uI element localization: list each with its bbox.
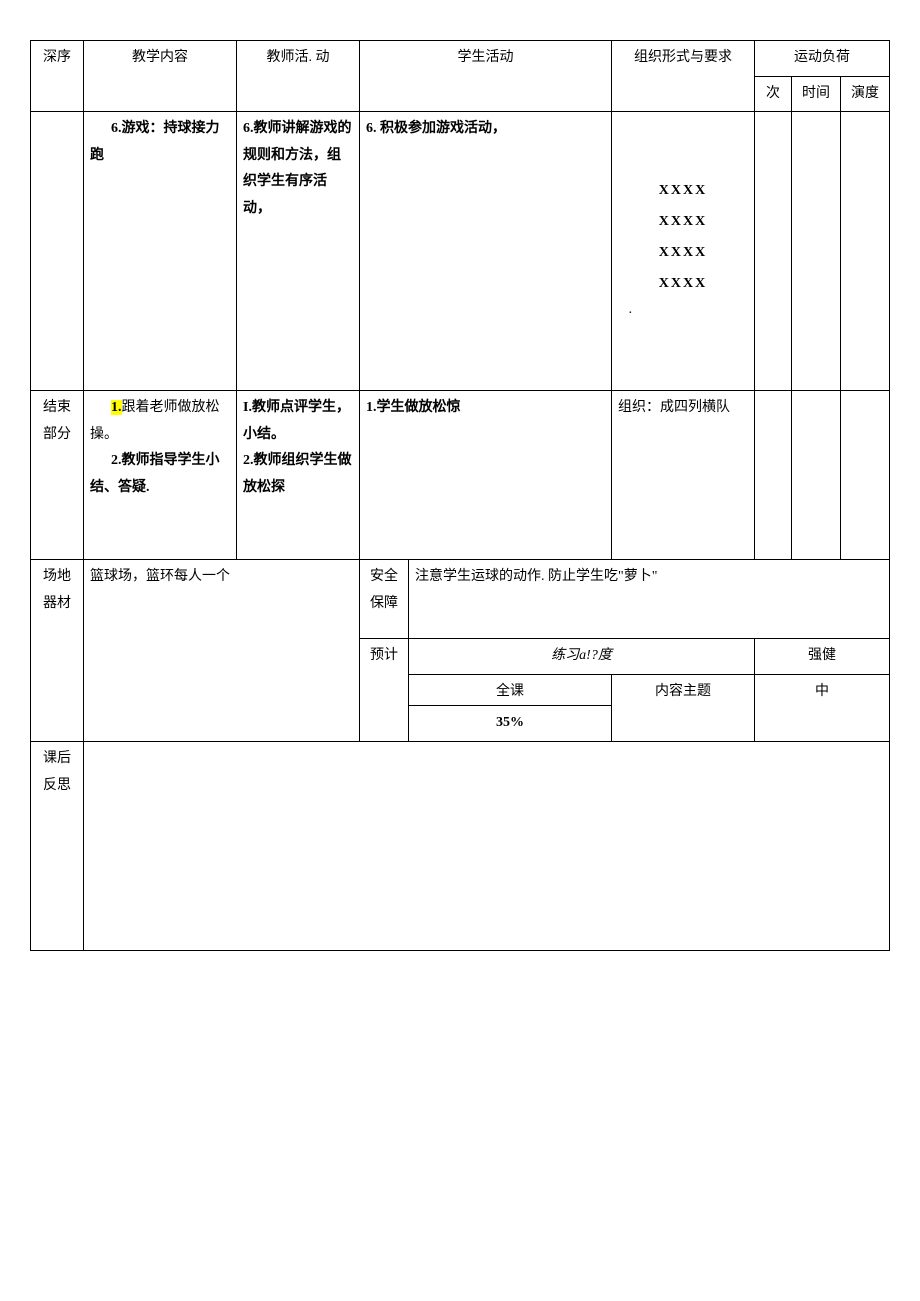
end-student-a: 1.学生做放松惊 bbox=[366, 395, 605, 422]
cell-equipment-label: 场地器材 bbox=[31, 560, 84, 742]
formation-line: XXXX bbox=[618, 269, 748, 300]
cell-reflection-label: 课后反思 bbox=[31, 741, 84, 950]
cell-game-org: XXXX XXXX XXXX XXXX · bbox=[612, 112, 755, 391]
cell-reflection-content bbox=[84, 741, 890, 950]
cell-end-teacher: I.教师点评学生，小结。 2.教师组织学生做放松探 bbox=[237, 391, 360, 560]
cell-end-student: 1.学生做放松惊 bbox=[360, 391, 612, 560]
formation-dot: · bbox=[618, 299, 748, 330]
cell-whole-class: 全课 35% bbox=[409, 674, 612, 741]
lesson-plan-table: 深序 教学内容 教师活. 动 学生活动 组织形式与要求 运动负荷 次 时间 演度… bbox=[30, 40, 890, 951]
end-content-a: 1.跟着老师做放松操。 bbox=[90, 395, 230, 448]
cell-end-times bbox=[755, 391, 792, 560]
cell-game-intensity bbox=[841, 112, 890, 391]
formation-line: XXXX bbox=[618, 176, 748, 207]
cell-safety-label: 安全保障 bbox=[360, 560, 409, 639]
cell-practice-density-label: 练习a!?度 bbox=[409, 639, 755, 675]
header-row-1: 深序 教学内容 教师活. 动 学生活动 组织形式与要求 运动负荷 bbox=[31, 41, 890, 77]
document-page: 深序 教学内容 教师活. 动 学生活动 组织形式与要求 运动负荷 次 时间 演度… bbox=[30, 40, 890, 951]
cell-game-times bbox=[755, 112, 792, 391]
cell-game-duration bbox=[792, 112, 841, 391]
cell-strength-label: 强健 bbox=[755, 639, 890, 675]
end-content-a-text: 跟着老师做放松操。 bbox=[90, 400, 220, 442]
col-load-group: 运动负荷 bbox=[755, 41, 890, 77]
formation-line: XXXX bbox=[618, 238, 748, 269]
cell-game-sequence bbox=[31, 112, 84, 391]
cell-end-org: 组织：成四列横队 bbox=[612, 391, 755, 560]
practice-density-text: 练习a!?度 bbox=[551, 648, 612, 663]
row-end: 结束部分 1.跟着老师做放松操。 2.教师指导学生小结、答疑. I.教师点评学生… bbox=[31, 391, 890, 560]
col-sequence: 深序 bbox=[31, 41, 84, 112]
cell-equipment-content: 篮球场，篮环每人一个 bbox=[84, 560, 360, 742]
end-content-b: 2.教师指导学生小结、答疑. bbox=[90, 448, 230, 501]
cell-end-content: 1.跟着老师做放松操。 2.教师指导学生小结、答疑. bbox=[84, 391, 237, 560]
row-game: 6.游戏：持球接力跑 6.教师讲解游戏的规则和方法，组织学生有序活动， 6. 积… bbox=[31, 112, 890, 391]
game-teacher-text: 6.教师讲解游戏的规则和方法，组织学生有序活动， bbox=[243, 121, 352, 216]
col-org: 组织形式与要求 bbox=[612, 41, 755, 112]
cell-forecast-label: 预计 bbox=[360, 639, 409, 742]
cell-end-duration bbox=[792, 391, 841, 560]
col-student: 学生活动 bbox=[360, 41, 612, 112]
formation-line: XXXX bbox=[618, 207, 748, 238]
cell-end-intensity bbox=[841, 391, 890, 560]
highlight-1: 1. bbox=[111, 400, 122, 415]
col-duration: 时间 bbox=[792, 76, 841, 112]
end-teacher-b: 2.教师组织学生做放松探 bbox=[243, 448, 353, 501]
cell-safety-text: 注意学生运球的动作. 防止学生吃"萝卜" bbox=[409, 560, 890, 639]
cell-game-teacher: 6.教师讲解游戏的规则和方法，组织学生有序活动， bbox=[237, 112, 360, 391]
game-student-text: 6. 积极参加游戏活动， bbox=[366, 121, 506, 136]
col-intensity: 演度 bbox=[841, 76, 890, 112]
row-equipment-top: 场地器材 篮球场，篮环每人一个 安全保障 注意学生运球的动作. 防止学生吃"萝卜… bbox=[31, 560, 890, 639]
formation-diagram: XXXX XXXX XXXX XXXX · bbox=[618, 116, 748, 330]
col-content: 教学内容 bbox=[84, 41, 237, 112]
cell-end-label: 结束部分 bbox=[31, 391, 84, 560]
row-reflection: 课后反思 bbox=[31, 741, 890, 950]
cell-game-content: 6.游戏：持球接力跑 bbox=[84, 112, 237, 391]
whole-class-label: 全课 bbox=[415, 679, 605, 706]
col-times: 次 bbox=[755, 76, 792, 112]
cell-strength-value: 中 bbox=[755, 674, 890, 741]
whole-class-percent: 35% bbox=[409, 705, 611, 737]
cell-game-student: 6. 积极参加游戏活动， bbox=[360, 112, 612, 391]
end-teacher-a: I.教师点评学生，小结。 bbox=[243, 395, 353, 448]
cell-content-theme: 内容主题 bbox=[612, 674, 755, 741]
col-teacher: 教师活. 动 bbox=[237, 41, 360, 112]
